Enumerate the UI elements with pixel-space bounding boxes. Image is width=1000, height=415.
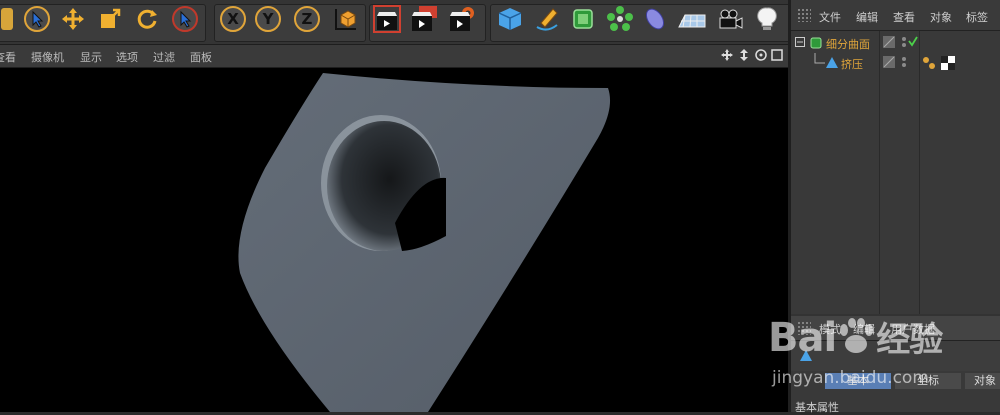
phong-tag-icon[interactable] — [922, 56, 936, 73]
column-divider — [879, 31, 880, 314]
attributes-tabs: 模式 编辑 用户数据 — [791, 316, 1000, 341]
om-menu-tags[interactable]: 标签 — [966, 9, 988, 25]
scale-icon[interactable] — [95, 4, 125, 34]
object-row[interactable]: 挤压 — [791, 53, 1000, 73]
coordinate-system-icon[interactable] — [330, 4, 360, 34]
subdivision-object-icon — [809, 36, 823, 53]
axis-x-label: X — [227, 10, 239, 28]
tree-branch-line — [813, 53, 825, 70]
pen-spline-icon[interactable] — [532, 4, 562, 34]
floor-scene-icon[interactable] — [677, 4, 707, 34]
tab-mode[interactable]: 模式 — [819, 321, 841, 337]
material-tag-icon[interactable] — [941, 56, 955, 73]
recent-tool-icon[interactable] — [170, 4, 200, 34]
tree-collapse-icon[interactable] — [795, 37, 805, 50]
layer-icon[interactable] — [883, 56, 895, 71]
object-name[interactable]: 挤压 — [841, 56, 863, 72]
viewport-zoom-icon[interactable] — [738, 48, 750, 65]
axis-y-label: Y — [262, 10, 274, 28]
enabled-check-icon[interactable] — [908, 35, 918, 50]
section-title: 基本属性 — [795, 401, 839, 414]
mode-basic-button[interactable]: 基本 — [825, 373, 891, 389]
panel-grip-icon[interactable] — [797, 8, 811, 22]
tab-user-data[interactable]: 用户数据 — [891, 321, 935, 337]
object-manager-panel: 文件 编辑 查看 对象 标签 细分曲面 挤压 模式 编辑 用户数据 基本 坐标 … — [791, 0, 1000, 414]
render-view-icon[interactable] — [372, 4, 402, 34]
visibility-dots-icon[interactable] — [900, 36, 908, 51]
viewport-menu-filter[interactable]: 过滤 — [153, 49, 175, 65]
deformer-icon[interactable] — [640, 4, 670, 34]
viewport-menu-panel[interactable]: 面板 — [190, 49, 212, 65]
extruded-mesh[interactable] — [0, 68, 788, 412]
om-menu-view[interactable]: 查看 — [893, 9, 915, 25]
viewport-pan-icon[interactable] — [720, 48, 734, 65]
rotate-icon[interactable] — [132, 4, 162, 34]
z-axis-lock-icon[interactable]: Z — [292, 4, 322, 34]
object-type-icon — [799, 349, 813, 366]
object-row[interactable]: 细分曲面 — [791, 33, 1000, 53]
live-selection-icon[interactable] — [22, 4, 52, 34]
object-manager-menu: 文件 编辑 查看 对象 标签 — [791, 0, 1000, 31]
cube-primitive-icon[interactable] — [495, 4, 525, 34]
subdivision-surface-icon[interactable] — [568, 4, 598, 34]
attributes-panel: 模式 编辑 用户数据 基本 坐标 对象 基本属性 — [791, 316, 1000, 414]
array-icon[interactable] — [605, 4, 635, 34]
column-divider — [919, 31, 920, 314]
3d-viewport[interactable] — [0, 68, 788, 412]
viewport-menu-view[interactable]: 查看 — [0, 49, 16, 65]
move-icon[interactable] — [58, 4, 88, 34]
viewport-menu-options[interactable]: 选项 — [116, 49, 138, 65]
extrude-object-icon — [825, 56, 839, 73]
layer-icon[interactable] — [883, 36, 895, 51]
attributes-object-row — [791, 341, 1000, 371]
viewport-menu-display[interactable]: 显示 — [80, 49, 102, 65]
tab-edit[interactable]: 编辑 — [853, 321, 875, 337]
partial-tool-icon[interactable] — [0, 4, 24, 34]
mode-coord-button[interactable]: 坐标 — [895, 373, 961, 389]
camera-icon[interactable] — [715, 4, 745, 34]
main-toolbar: X Y Z — [0, 0, 792, 45]
object-list: 细分曲面 挤压 — [791, 31, 1000, 314]
panel-grip-icon[interactable] — [797, 321, 811, 335]
viewport-menu-bar: 查看 摄像机 显示 选项 过滤 面板 — [0, 45, 788, 68]
render-picture-viewer-icon[interactable] — [409, 4, 439, 34]
viewport-rotate-icon[interactable] — [754, 48, 768, 65]
visibility-dots-icon[interactable] — [900, 56, 908, 71]
om-menu-object[interactable]: 对象 — [930, 9, 952, 25]
axis-z-label: Z — [301, 10, 313, 28]
om-menu-edit[interactable]: 编辑 — [856, 9, 878, 25]
viewport-menu-camera[interactable]: 摄像机 — [31, 49, 64, 65]
viewport-maximize-icon[interactable] — [770, 48, 784, 65]
light-icon[interactable] — [752, 4, 782, 34]
attributes-mode-row: 基本 坐标 对象 — [791, 371, 1000, 391]
object-name[interactable]: 细分曲面 — [826, 36, 870, 52]
y-axis-lock-icon[interactable]: Y — [253, 4, 283, 34]
render-settings-icon[interactable] — [447, 4, 477, 34]
om-menu-file[interactable]: 文件 — [819, 9, 841, 25]
mode-object-button[interactable]: 对象 — [965, 373, 1000, 389]
x-axis-lock-icon[interactable]: X — [218, 4, 248, 34]
